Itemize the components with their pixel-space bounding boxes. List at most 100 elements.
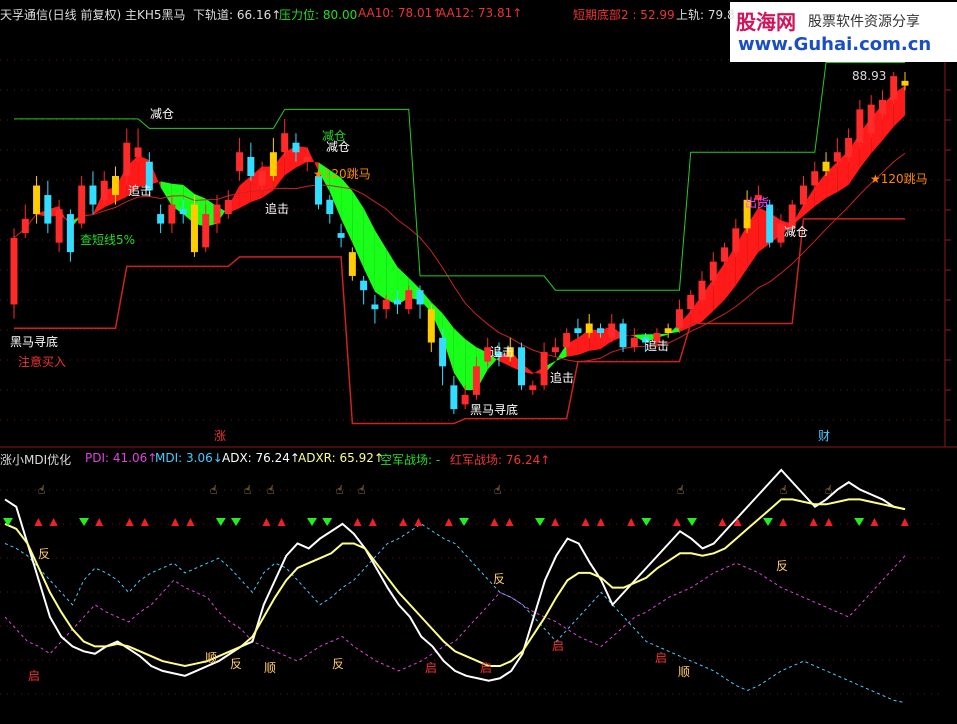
chart-annotation: 减仓 xyxy=(326,140,350,154)
signal-triangle xyxy=(854,518,865,526)
indicator-marker: 启 xyxy=(552,639,564,653)
candle-body xyxy=(427,309,435,343)
signal-triangle xyxy=(490,518,499,526)
trend-ribbon xyxy=(386,248,398,305)
candle-body xyxy=(630,337,638,348)
candle-body xyxy=(393,299,401,305)
candle-body xyxy=(472,366,480,395)
candle-body xyxy=(585,323,593,334)
top-header-item: 下轨道: 66.16↑ xyxy=(193,8,282,22)
signal-triangle xyxy=(399,518,408,526)
candle-body xyxy=(461,394,469,405)
signal-triangle xyxy=(79,518,89,526)
candle-body xyxy=(292,142,300,153)
candle-body xyxy=(766,204,774,243)
bottom-header-item: PDI: 41.06↑ xyxy=(85,451,158,465)
top-header-item: AA10: 78.01↑ xyxy=(358,6,443,20)
indicator-marker: 启 xyxy=(425,661,437,675)
top-header-item: 天孚通信(日线 前复权) 主KH5黑马 xyxy=(0,8,186,22)
signal-triangle xyxy=(215,518,226,526)
candle-body xyxy=(450,385,458,410)
indicator-marker: 启 xyxy=(480,661,492,675)
signal-triangle xyxy=(596,518,605,526)
candle-body xyxy=(371,304,379,310)
candle-body xyxy=(799,185,807,205)
indicator-marker: 顺 xyxy=(205,651,217,665)
chart-annotation: 查短线5% xyxy=(80,233,135,247)
candle-body xyxy=(732,228,740,253)
bottom-header-item: 涨小MDI优化 xyxy=(0,453,72,467)
bottom-header-item: MDI: 3.06↓ xyxy=(155,451,223,465)
signal-triangle xyxy=(627,518,636,526)
chart-annotation: ★120跳马 xyxy=(313,167,371,181)
signal-triangle xyxy=(535,518,545,526)
hand-icon: ☝ xyxy=(780,483,787,497)
candle-body xyxy=(10,237,18,305)
candle-body xyxy=(168,204,176,224)
candle-body xyxy=(123,142,131,177)
indicator-line-pdi xyxy=(4,555,906,672)
candle-body xyxy=(236,152,244,172)
chart-annotation: 减仓 xyxy=(784,225,808,239)
candle-body xyxy=(811,171,819,186)
candle-body xyxy=(721,247,729,262)
candle-body xyxy=(439,337,447,367)
watermark: 股海网 股票软件资源分享 www.Guhai.com.cn xyxy=(730,2,957,62)
support-line xyxy=(14,218,905,425)
candle-body xyxy=(269,152,277,177)
chart-annotation: 涨 xyxy=(214,428,226,443)
candle-body xyxy=(596,328,604,334)
bottom-header-item: 红军战场: 76.24↑ xyxy=(450,453,551,467)
indicator-line-mdi xyxy=(4,523,906,704)
candle-body xyxy=(845,137,853,157)
watermark-slogan: 股票软件资源分享 xyxy=(808,14,920,30)
signal-triangle xyxy=(186,518,195,526)
signal-triangle xyxy=(125,518,134,526)
hand-icon: ☝ xyxy=(38,483,45,497)
trend-ribbon xyxy=(577,329,590,356)
hand-icon: ☝ xyxy=(244,483,251,497)
candle-body xyxy=(190,204,198,253)
candle-body xyxy=(551,347,559,353)
candle-body xyxy=(33,185,41,215)
candle-body xyxy=(179,209,187,215)
hand-icon: ☝ xyxy=(825,483,832,497)
top-header-item: 上轨: 79.8 xyxy=(676,8,735,22)
candle-body xyxy=(675,309,683,329)
candle-body xyxy=(833,152,841,162)
signal-triangle xyxy=(322,518,333,526)
signal-triangle xyxy=(49,518,58,526)
indicator-marker: 启 xyxy=(28,669,40,683)
candle-body xyxy=(822,161,830,172)
hand-icon: ☝ xyxy=(267,483,274,497)
candle-body xyxy=(100,180,108,200)
bottom-header-item: 空军战场: - xyxy=(380,453,441,467)
indicator-marker: 顺 xyxy=(264,661,276,675)
candle-body xyxy=(709,261,717,281)
candle-body xyxy=(112,176,120,196)
chart-annotation: 追击 xyxy=(128,183,152,198)
trend-ribbon xyxy=(160,181,172,207)
top-header-item: 短期底部2 : 52.99 xyxy=(573,8,675,22)
indicator-marker: 反 xyxy=(230,657,242,671)
candle-body xyxy=(66,214,74,253)
signal-triangle xyxy=(307,518,317,526)
signal-triangle xyxy=(551,518,560,526)
signal-triangle xyxy=(368,518,377,526)
hand-icon: ☝ xyxy=(677,483,684,497)
trend-ribbon xyxy=(374,230,387,300)
candle-body xyxy=(202,214,210,248)
candle-body xyxy=(664,328,672,334)
signal-triangle xyxy=(3,518,13,526)
chart-annotation: 财 xyxy=(818,429,830,443)
watermark-url: www.Guhai.com.cn xyxy=(738,34,932,55)
candle-body xyxy=(890,76,898,100)
signal-triangle xyxy=(277,518,286,526)
indicator-marker: 反 xyxy=(332,657,344,671)
candle-body xyxy=(55,209,63,243)
candle-body xyxy=(89,185,97,205)
signal-triangle xyxy=(262,518,271,526)
signal-triangle xyxy=(672,518,681,526)
candle-body xyxy=(518,347,526,386)
bottom-header-item: ADX: 76.24↑ xyxy=(222,451,300,465)
